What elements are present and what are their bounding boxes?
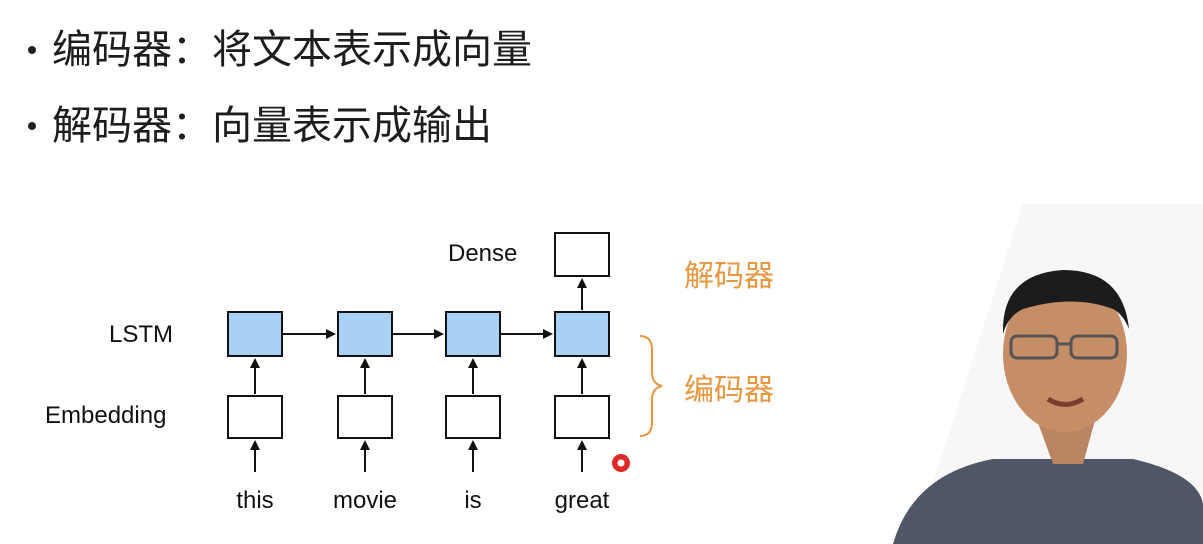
embedding-box [554, 395, 610, 439]
token-label: movie [333, 487, 397, 514]
lstm-box [554, 311, 610, 357]
encoder-brace-icon [639, 335, 663, 437]
token-label: is [464, 487, 481, 514]
token-label: great [555, 487, 610, 514]
encoder-label: 编码器 [684, 373, 774, 408]
token-label: this [236, 487, 273, 514]
laser-pointer-icon [612, 454, 630, 472]
dense-box [554, 232, 610, 277]
dense-label: Dense [448, 240, 517, 267]
embedding-box [227, 395, 283, 439]
decoder-label: 解码器 [684, 259, 774, 294]
lstm-label: LSTM [109, 321, 173, 348]
embedding-box [337, 395, 393, 439]
lstm-box [227, 311, 283, 357]
embedding-box [445, 395, 501, 439]
embedding-label: Embedding [45, 402, 166, 429]
lstm-box [337, 311, 393, 357]
presenter-video-icon [873, 204, 1203, 544]
lstm-box [445, 311, 501, 357]
